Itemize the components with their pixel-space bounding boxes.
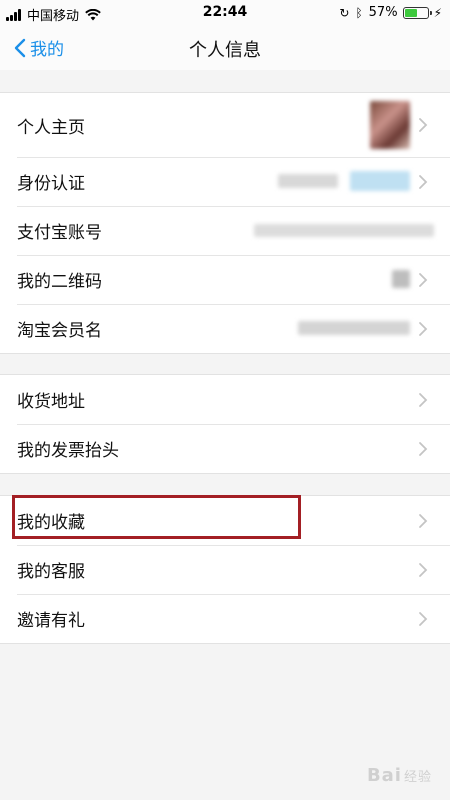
item-label: 个人主页 [17,117,85,138]
chevron-right-icon [419,321,428,336]
charging-icon: ⚡ [433,5,442,20]
chevron-right-icon [419,392,428,407]
chevron-right-icon [419,513,428,528]
item-label: 我的客服 [17,562,85,582]
chevron-right-icon [419,562,428,577]
identity-value-masked [278,174,338,188]
item-label: 支付宝账号 [17,223,102,243]
list-item-identity[interactable]: 身份认证 [0,157,450,206]
list-item-alipay-account[interactable]: 支付宝账号 [0,206,450,255]
item-label: 淘宝会员名 [17,321,102,341]
member-name-masked [298,321,410,335]
chevron-right-icon [419,272,428,287]
avatar [370,101,410,149]
status-right: ↻ ᛒ 57% ⚡ [339,5,442,20]
chevron-right-icon [419,611,428,626]
list-item-customer-service[interactable]: 我的客服 [0,545,450,594]
watermark-brand: Bai [366,765,402,786]
chevron-right-icon [419,118,428,132]
watermark: Bai 经验 [367,765,432,786]
chevron-right-icon [419,441,428,456]
address-group: 收货地址 我的发票抬头 [0,374,450,474]
item-label: 收货地址 [17,392,85,412]
list-item-homepage[interactable]: 个人主页 [0,93,450,157]
chevron-right-icon [419,174,428,189]
battery-icon [402,6,432,19]
list-item-invoice-title[interactable]: 我的发票抬头 [0,424,450,473]
qrcode-thumbnail-masked [392,270,410,288]
bluetooth-icon: ᛒ [355,5,363,20]
item-label: 身份认证 [17,174,85,194]
rotation-lock-icon: ↻ [339,5,350,20]
battery-percent: 57% [368,5,398,20]
list-item-shipping-address[interactable]: 收货地址 [0,375,450,424]
services-group: 我的收藏 我的客服 邀请有礼 [0,495,450,644]
item-label: 邀请有礼 [17,611,85,631]
nav-bar: 我的 个人信息 [0,26,450,70]
account-value-masked [254,224,434,237]
list-item-qrcode[interactable]: 我的二维码 [0,255,450,304]
list-item-favorites[interactable]: 我的收藏 [0,496,450,545]
item-label: 我的收藏 [17,513,85,533]
list-item-taobao-member[interactable]: 淘宝会员名 [0,304,450,353]
profile-info-group: 个人主页 身份认证 支付宝账号 我的二维码 淘宝会员名 [0,92,450,354]
status-bar: 中国移动 22:44 ↻ ᛒ 57% ⚡ [0,0,450,26]
watermark-suffix: 经验 [403,770,432,785]
list-item-invite[interactable]: 邀请有礼 [0,594,450,643]
item-label: 我的二维码 [17,272,102,292]
page-title: 个人信息 [189,40,261,61]
verified-badge-masked [350,171,410,191]
battery-fill [404,8,418,17]
item-label: 我的发票抬头 [17,441,119,461]
